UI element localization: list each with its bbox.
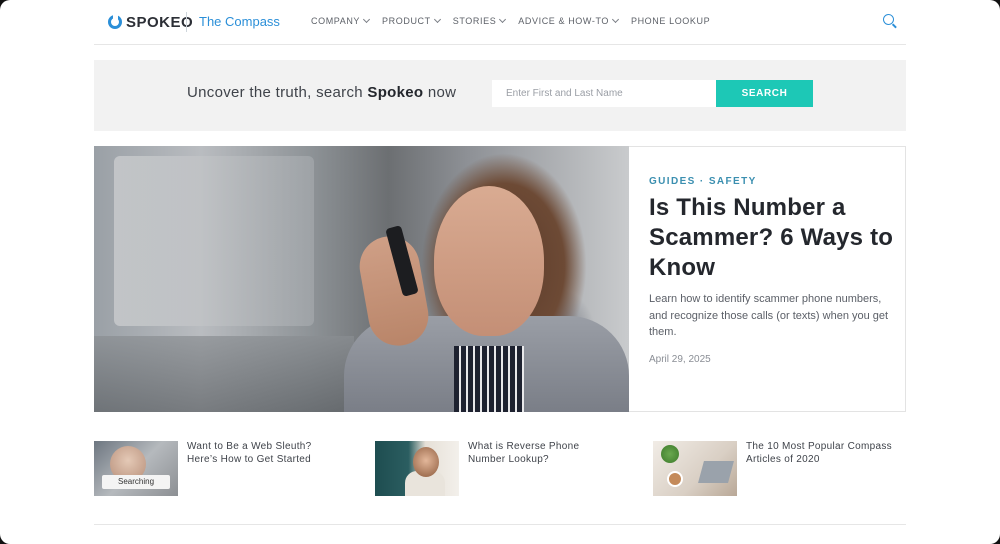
logo-text: SPOKEO [126, 13, 194, 31]
image-detail [413, 447, 439, 477]
article-card[interactable]: Searching Want to Be a Web Sleuth? Here’… [94, 441, 354, 496]
nav-stories[interactable]: STORIES [452, 15, 507, 26]
article-card[interactable]: What is Reverse Phone Number Lookup? [375, 441, 635, 496]
hero-description: Learn how to identify scammer phone numb… [649, 293, 889, 338]
article-title[interactable]: The 10 Most Popular Compass Articles of … [746, 441, 896, 466]
chevron-down-icon [499, 15, 507, 24]
search-icon[interactable] [883, 14, 894, 25]
nav-advice-how-to[interactable]: ADVICE & HOW-TO [518, 15, 620, 26]
image-detail [661, 445, 679, 463]
article-title[interactable]: What is Reverse Phone Number Lookup? [468, 441, 618, 466]
search-banner-text: Uncover the truth, search Spokeo now [187, 84, 456, 101]
search-banner: Uncover the truth, search Spokeo now SEA… [94, 60, 906, 131]
nav-label: STORIES [452, 16, 497, 26]
article-title[interactable]: Want to Be a Web Sleuth? Here’s How to G… [187, 441, 337, 466]
nav-label: PHONE LOOKUP [630, 16, 711, 26]
banner-prefix: Uncover the truth, search [187, 84, 363, 101]
nav-product[interactable]: PRODUCT [382, 15, 441, 26]
nav-label: COMPANY [311, 16, 361, 26]
main-nav: COMPANY PRODUCT STORIES ADVICE & HOW-TO … [311, 15, 723, 26]
nav-label: ADVICE & HOW-TO [518, 16, 609, 26]
chevron-down-icon [611, 15, 620, 24]
image-detail [667, 471, 683, 487]
hero-article-card: GUIDES · SAFETY Is This Number a Scammer… [629, 146, 906, 412]
chevron-down-icon [363, 15, 371, 24]
search-button[interactable]: SEARCH [716, 80, 813, 107]
browser-page: SPOKEO The Compass COMPANY PRODUCT STORI… [0, 0, 1000, 544]
article-thumbnail[interactable] [653, 441, 737, 496]
chevron-down-icon [433, 15, 441, 24]
site-name-link[interactable]: The Compass [199, 14, 280, 29]
article-thumbnail[interactable] [375, 441, 459, 496]
hero-category[interactable]: GUIDES · SAFETY [649, 176, 757, 187]
hero-title[interactable]: Is This Number a Scammer? 6 Ways to Know [649, 193, 894, 283]
hero-image[interactable] [94, 146, 629, 412]
article-thumbnail[interactable]: Searching [94, 441, 178, 496]
image-detail [114, 156, 314, 326]
hero-date: April 29, 2025 [649, 354, 711, 365]
image-detail [94, 336, 354, 412]
banner-brand: Spokeo [367, 84, 424, 101]
nav-phone-lookup[interactable]: PHONE LOOKUP [631, 16, 710, 26]
image-detail [698, 461, 734, 483]
article-card[interactable]: The 10 Most Popular Compass Articles of … [653, 441, 906, 496]
name-search-input[interactable] [492, 80, 716, 107]
logo-divider [186, 12, 187, 32]
banner-suffix: now [427, 84, 457, 101]
image-detail [454, 346, 524, 412]
image-detail [434, 186, 544, 336]
spokeo-logo-icon [108, 15, 122, 29]
nav-company[interactable]: COMPANY [311, 15, 371, 26]
site-header: SPOKEO The Compass COMPANY PRODUCT STORI… [94, 0, 906, 45]
nav-label: PRODUCT [382, 16, 431, 26]
spokeo-logo[interactable]: SPOKEO [108, 13, 193, 31]
thumbnail-caption: Searching [102, 475, 170, 489]
section-divider [94, 524, 906, 525]
